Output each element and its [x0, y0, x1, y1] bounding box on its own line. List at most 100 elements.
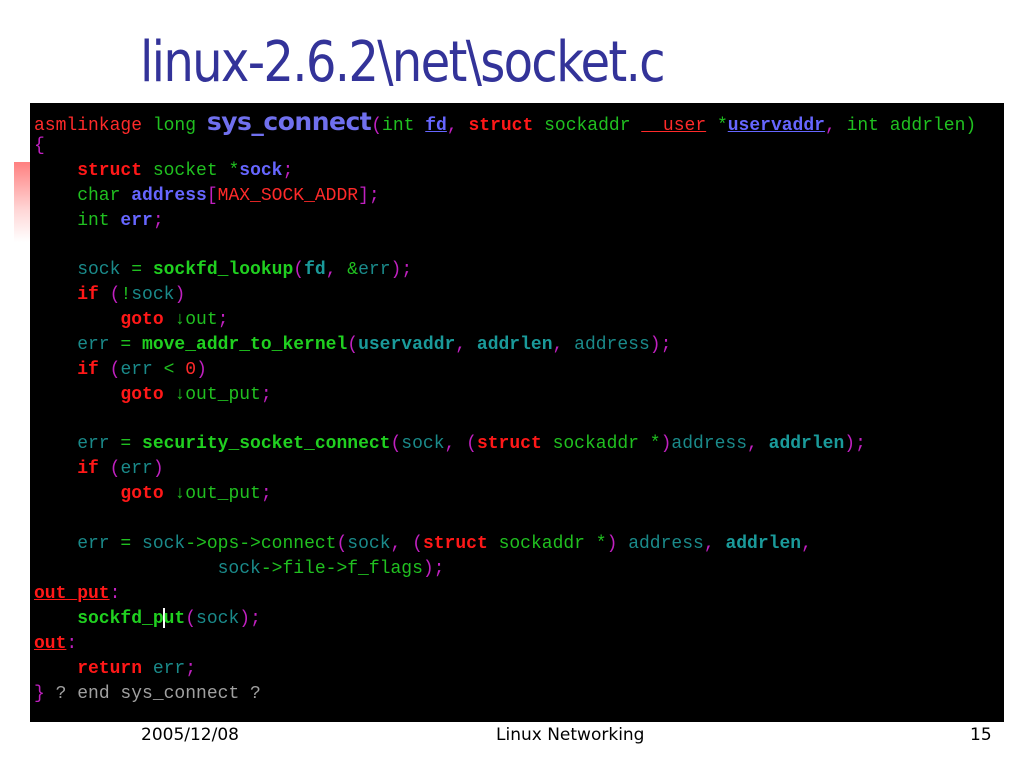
code-token: ->ops->connect: [185, 534, 337, 554]
code-token: ↓out: [174, 310, 218, 330]
code-token: (: [109, 285, 121, 305]
code-token: addrlen: [725, 534, 802, 554]
code-token: ? end sys_connect ?: [55, 684, 261, 704]
slide-title: linux-2.6.2\net\socket.c: [140, 30, 666, 95]
code-line: goto ↓out_put;: [34, 383, 272, 408]
code-token: ): [660, 434, 672, 454]
code-token: );: [844, 434, 866, 454]
code-token: *: [228, 161, 240, 181]
code-token: sockfd_p: [34, 609, 164, 629]
code-token: fd: [304, 260, 326, 280]
code-token: return: [34, 659, 153, 679]
code-line: if (err): [34, 457, 164, 482]
code-token: __user: [641, 116, 707, 136]
code-token: sock: [401, 434, 445, 454]
code-line: goto ↓out_put;: [34, 482, 271, 507]
code-token: err: [34, 335, 121, 355]
code-token: err: [34, 434, 121, 454]
code-token: sock: [142, 534, 186, 554]
code-token: out_put: [34, 584, 110, 604]
code-token: (: [466, 434, 477, 454]
code-token: ,: [390, 534, 413, 554]
code-token: struct: [468, 116, 545, 136]
code-token: ;: [260, 385, 272, 405]
code-line: int err;: [34, 209, 164, 234]
code-token: if: [34, 459, 110, 479]
code-token: ,: [747, 434, 769, 454]
code-token: err: [120, 360, 164, 380]
code-line: out:: [34, 632, 77, 657]
code-line: out_put:: [34, 582, 120, 607]
code-token: sock: [131, 285, 175, 305]
code-token: move_addr_to_kernel: [142, 335, 348, 355]
code-token: sockaddr: [544, 116, 642, 136]
footer-date: 2005/12/08: [141, 725, 239, 745]
code-token: ,: [801, 534, 812, 554]
code-token: ;: [152, 211, 164, 231]
code-token: address: [628, 534, 704, 554]
code-token: ,: [552, 335, 575, 355]
code-token: struct: [34, 161, 153, 181]
code-token: =: [120, 534, 143, 554]
code-token: {: [34, 136, 45, 156]
code-token: sys_connect: [206, 107, 372, 136]
code-token: socket: [152, 161, 229, 181]
code-token: err: [120, 211, 153, 231]
code-token: goto: [34, 484, 175, 504]
code-token: err: [358, 260, 391, 280]
code-token: int addrlen): [846, 116, 977, 136]
code-token: sockfd_lookup: [152, 260, 294, 280]
code-token: ↓out_put: [174, 385, 261, 405]
code-line: if (!sock): [34, 283, 185, 308]
code-token: ): [174, 285, 186, 305]
code-token: ;: [185, 659, 197, 679]
code-token: =: [131, 260, 153, 280]
code-token: ): [606, 534, 629, 554]
code-line: sock = sockfd_lookup(fd, &err);: [34, 258, 412, 283]
code-token: ;: [282, 161, 294, 181]
code-token: sock: [347, 534, 391, 554]
code-token: char: [34, 186, 132, 206]
code-line: err = security_socket_connect(sock, (str…: [34, 432, 866, 457]
code-line: sockfd_put(sock);: [34, 607, 261, 632]
code-token: security_socket_connect: [142, 434, 391, 454]
code-token: *: [649, 434, 661, 454]
code-token: ,: [444, 434, 467, 454]
code-token: *: [716, 116, 728, 136]
code-line: {: [34, 134, 45, 159]
code-token: =: [120, 434, 143, 454]
code-line: struct socket *sock;: [34, 159, 293, 184]
code-line: err = move_addr_to_kernel(uservaddr, add…: [34, 333, 671, 358]
code-line: asmlinkage long sys_connect(int fd, stru…: [34, 107, 977, 136]
code-token: <: [163, 360, 186, 380]
code-line: [34, 507, 45, 532]
code-token: (: [412, 534, 423, 554]
code-token: (: [336, 534, 348, 554]
code-token: sockaddr: [552, 434, 650, 454]
code-token: ,: [824, 116, 847, 136]
code-token: addrlen: [768, 434, 845, 454]
code-token: sockaddr: [498, 534, 596, 554]
code-line: char address[MAX_SOCK_ADDR];: [34, 184, 380, 209]
code-token: 0: [185, 360, 197, 380]
code-token: out: [34, 634, 67, 654]
code-token: (: [293, 260, 305, 280]
code-token: ,: [325, 260, 348, 280]
code-token: asmlinkage: [34, 116, 153, 136]
code-token: :: [66, 634, 78, 654]
code-token: );: [239, 609, 261, 629]
code-token: (: [109, 360, 121, 380]
code-token: if: [34, 285, 110, 305]
code-token: err: [34, 534, 121, 554]
code-token: ): [152, 459, 164, 479]
code-line: err = sock->ops->connect(sock, (struct s…: [34, 532, 812, 557]
code-token: struct: [422, 534, 499, 554]
code-token: address: [671, 434, 748, 454]
code-token: fd: [425, 116, 447, 136]
code-listing: asmlinkage long sys_connect(int fd, stru…: [30, 103, 1004, 722]
code-token: ,: [455, 335, 477, 355]
